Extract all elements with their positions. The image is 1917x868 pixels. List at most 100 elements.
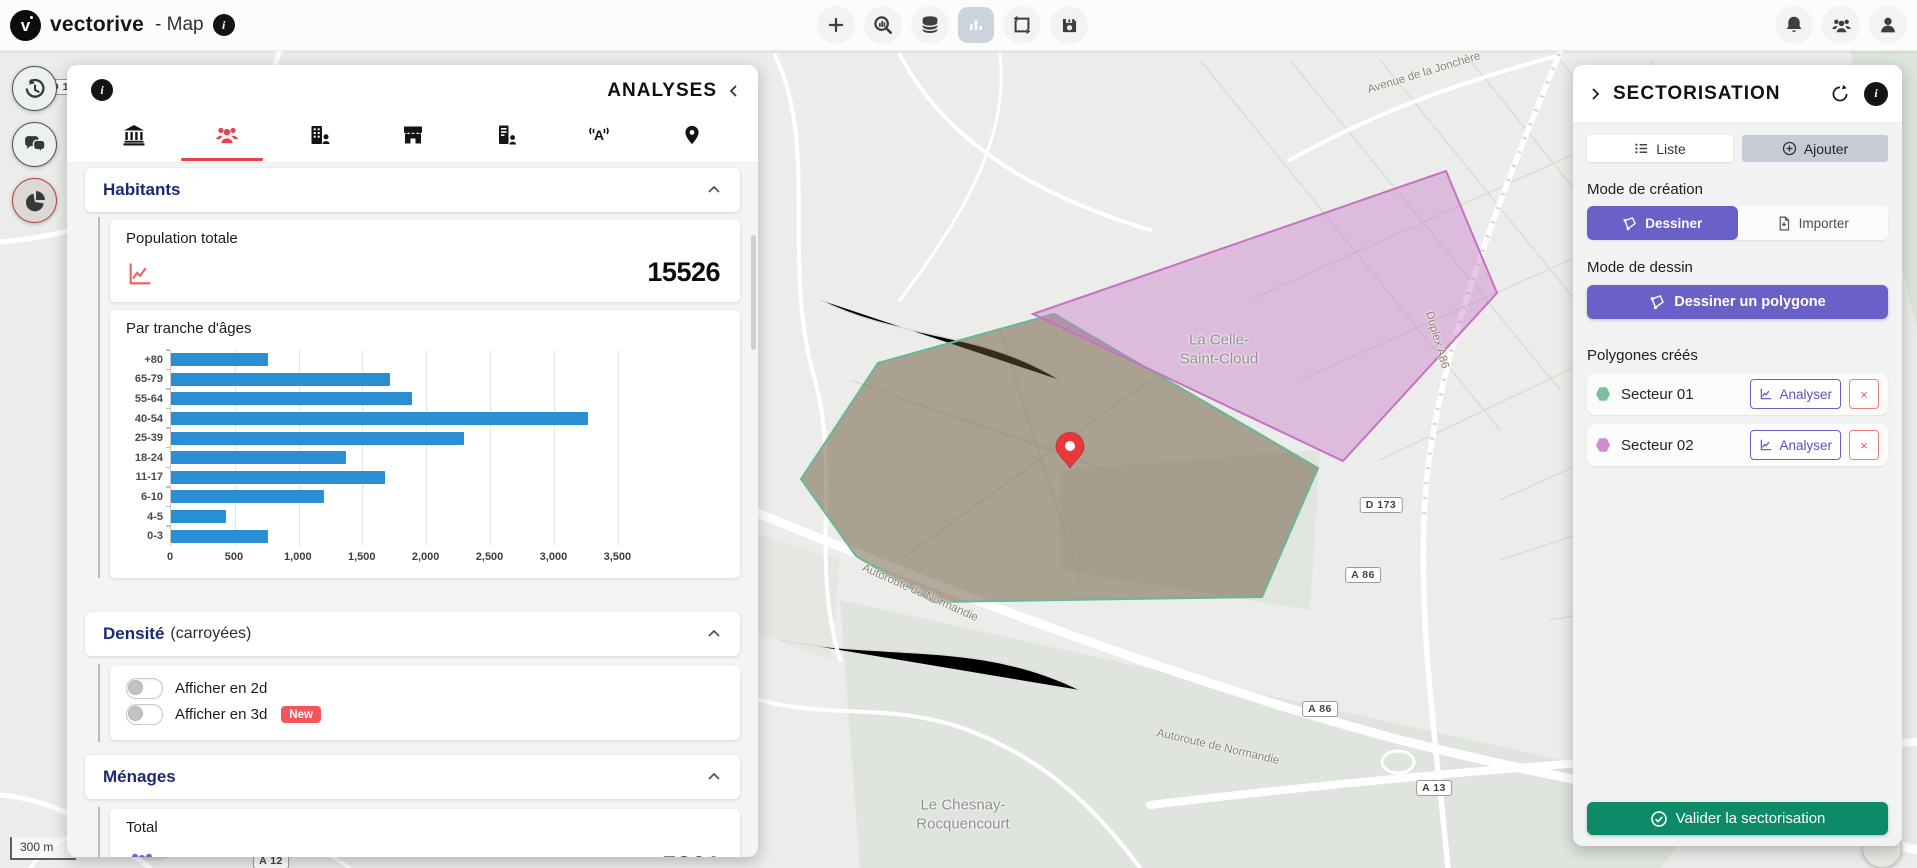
tab-shops[interactable]: [366, 113, 459, 157]
population-total-card: Population totale 15526: [110, 220, 740, 302]
age-bar-row: [171, 468, 726, 488]
new-badge: New: [281, 706, 321, 723]
sectorisation-title: SECTORISATION: [1613, 83, 1830, 105]
age-bar-row: [171, 409, 726, 429]
search-stats-button[interactable]: [864, 6, 902, 44]
age-chart-ticks: 05001,0001,5002,0002,5003,0003,500: [170, 551, 726, 567]
line-chart-icon: [126, 260, 154, 288]
road-badge: D 173: [1360, 497, 1403, 513]
section-title: Habitants: [103, 180, 180, 200]
toggle-3d[interactable]: [126, 704, 163, 725]
creation-draw-option[interactable]: Dessiner: [1587, 206, 1738, 240]
analyse-button[interactable]: Analyser: [1750, 430, 1841, 460]
layers-button[interactable]: [911, 6, 949, 44]
collapse-left-icon[interactable]: [726, 83, 742, 99]
draw-polygon-button[interactable]: Dessiner un polygone: [1587, 285, 1888, 319]
tab-services[interactable]: [459, 113, 552, 157]
pie-chart-icon: [22, 188, 47, 213]
age-chart-categories: +8065-7955-6440-5425-3918-2411-176-104-5…: [126, 350, 170, 546]
vector-polygon-icon: [1622, 216, 1637, 231]
age-bar: [171, 353, 268, 366]
creation-import-label: Importer: [1799, 216, 1849, 231]
active-tab-underline: [181, 158, 263, 161]
page-title: - Map: [155, 14, 204, 36]
line-chart-icon: [1759, 438, 1773, 452]
comments-button[interactable]: [12, 122, 57, 167]
age-chart: +8065-7955-6440-5425-3918-2411-176-104-5…: [126, 350, 726, 567]
age-distribution-label: Par tranche d'âges: [126, 320, 251, 337]
tab-population[interactable]: [180, 113, 273, 157]
brand: v vectorive - Map i: [10, 10, 235, 41]
section-guide-line: [98, 664, 100, 742]
age-bar-row: [171, 487, 726, 507]
collapse-right-icon[interactable]: [1587, 86, 1603, 102]
add-button[interactable]: [817, 6, 855, 44]
road-badge: A 13: [1416, 780, 1452, 796]
sectorisation-info-icon[interactable]: i: [1864, 82, 1888, 106]
view-list-label: Liste: [1656, 141, 1686, 157]
polygons-created-label: Polygones créés: [1587, 347, 1888, 364]
delete-sector-button[interactable]: ×: [1849, 430, 1879, 460]
section-guide-line: [98, 217, 100, 578]
toggle-2d[interactable]: [126, 678, 163, 699]
storefront-icon: [401, 123, 425, 147]
delete-sector-button[interactable]: ×: [1849, 379, 1879, 409]
population-total-label: Population totale: [126, 230, 238, 247]
chevron-up-icon[interactable]: [706, 626, 722, 642]
transform-zone-button[interactable]: [1003, 6, 1041, 44]
section-menages-header[interactable]: Ménages: [85, 755, 740, 799]
plus-icon: [826, 15, 846, 35]
chevron-up-icon[interactable]: [706, 769, 722, 785]
section-habitants-header[interactable]: Habitants: [85, 168, 740, 212]
analyse-button[interactable]: Analyser: [1750, 379, 1841, 409]
section-title: Ménages: [103, 767, 176, 787]
tab-coverage[interactable]: A: [552, 113, 645, 157]
age-bar: [171, 490, 324, 503]
analyse-label: Analyser: [1779, 387, 1832, 402]
svg-text:A: A: [593, 127, 603, 143]
creation-import-option[interactable]: Importer: [1738, 206, 1889, 240]
households-total-value: 5861: [662, 851, 720, 857]
view-add-button[interactable]: Ajouter: [1742, 135, 1888, 162]
households-people-icon: [126, 847, 158, 857]
section-densite-header[interactable]: Densité (carroyées): [85, 612, 740, 656]
age-bar: [171, 510, 226, 523]
validate-sectorisation-button[interactable]: Valider la sectorisation: [1587, 802, 1888, 835]
notifications-button[interactable]: [1775, 6, 1813, 44]
view-list-button[interactable]: Liste: [1587, 135, 1733, 162]
landmark-icon: [122, 123, 146, 147]
city-label: La Celle-Saint-Cloud: [1180, 331, 1258, 369]
age-bar-row: [171, 370, 726, 390]
pie-chart-button[interactable]: [12, 178, 57, 223]
team-button[interactable]: [1822, 6, 1860, 44]
creation-draw-label: Dessiner: [1645, 216, 1702, 231]
plus-circle-icon: [1782, 141, 1797, 156]
toggle-2d-label: Afficher en 2d: [175, 680, 267, 697]
user-icon: [1877, 14, 1899, 36]
analyses-title: ANALYSES: [607, 80, 717, 102]
age-bar-row: [171, 428, 726, 448]
tab-companies[interactable]: [273, 113, 366, 157]
households-total-card: Total 5861: [110, 809, 740, 857]
analyses-panel: i ANALYSES: [67, 65, 758, 857]
analyse-label: Analyser: [1779, 438, 1832, 453]
polygon-row-secteur-01: Secteur 01 Analyser ×: [1587, 373, 1888, 415]
map-toolbar: [817, 6, 1088, 44]
panel-scrollbar[interactable]: [751, 235, 756, 350]
save-button[interactable]: [1050, 6, 1088, 44]
history-button[interactable]: [12, 66, 57, 111]
sector-color-dot: [1596, 438, 1610, 453]
chevron-up-icon[interactable]: [706, 182, 722, 198]
save-icon: [1059, 15, 1080, 36]
tab-equipments[interactable]: [87, 113, 180, 157]
tab-places[interactable]: [645, 113, 738, 157]
analyses-info-icon[interactable]: i: [91, 79, 113, 101]
reset-icon[interactable]: [1830, 84, 1850, 104]
pin-icon: [681, 123, 703, 147]
kiosk-user-icon: [494, 123, 518, 147]
age-bar-row: [171, 526, 726, 546]
section-guide-line: [98, 807, 100, 857]
account-button[interactable]: [1869, 6, 1907, 44]
app-info-icon[interactable]: i: [213, 14, 235, 36]
age-bar-row: [171, 350, 726, 370]
